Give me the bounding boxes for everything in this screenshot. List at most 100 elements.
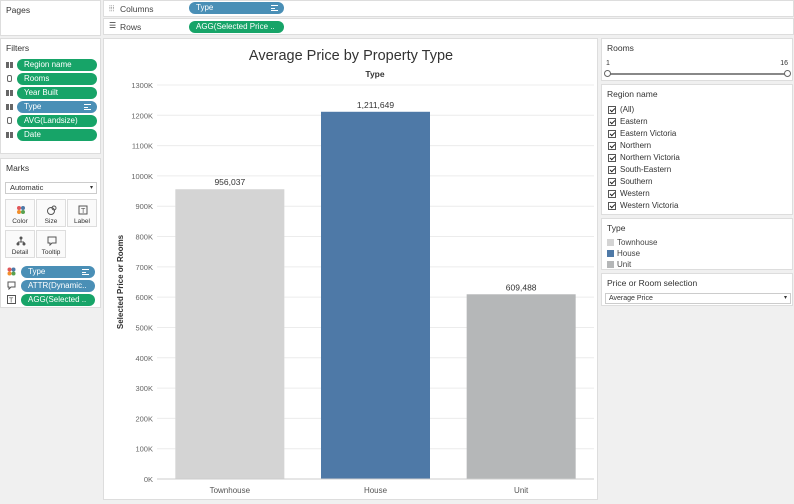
y-tick-label: 1100K	[132, 142, 153, 151]
x-tick-label: Townhouse	[210, 486, 251, 495]
region-checkbox[interactable]	[608, 154, 616, 162]
columns-shelf[interactable]: ⦙⦙⦙ Columns Type	[103, 0, 794, 17]
chevron-down-icon: ▾	[783, 295, 787, 301]
detail-icon	[16, 236, 26, 246]
y-tick-label: 900K	[135, 202, 153, 211]
columns-label: Columns	[120, 4, 154, 14]
legend-label[interactable]: Unit	[617, 260, 631, 269]
region-checkbox[interactable]	[608, 130, 616, 138]
rooms-title: Rooms	[607, 43, 634, 53]
chart-panel: Average Price by Property Type Type 0K 100K…	[103, 38, 598, 500]
bar-unit	[466, 294, 576, 479]
price-selection-title: Price or Room selection	[607, 278, 698, 288]
marks-panel: Marks Automatic ▾ Color Size T Label Det…	[0, 158, 101, 308]
y-tick-label: 600K	[135, 293, 153, 302]
bar-value-label: 609,488	[506, 282, 537, 292]
legend-label[interactable]: House	[617, 249, 640, 258]
region-item-label[interactable]: Eastern	[620, 117, 648, 126]
marks-pill-type[interactable]: Type	[21, 266, 95, 278]
pages-title: Pages	[6, 5, 31, 15]
marks-pill-agg[interactable]: AGG(Selected ..	[21, 294, 95, 306]
sort-icon	[82, 269, 89, 275]
svg-text:T: T	[9, 298, 14, 305]
y-tick-label: 300K	[135, 384, 153, 393]
y-axis-label: Selected Price or Rooms	[116, 234, 125, 329]
rows-agg-pill[interactable]: AGG(Selected Price ..	[189, 21, 284, 33]
rooms-slider-max-handle[interactable]	[784, 70, 791, 77]
filter-rooms[interactable]: Rooms	[17, 73, 97, 85]
region-item-label[interactable]: South-Eastern	[620, 165, 671, 174]
region-title: Region name	[607, 89, 658, 99]
region-checkbox[interactable]	[608, 142, 616, 150]
size-icon	[47, 205, 57, 215]
color-icon	[16, 205, 26, 215]
filter-date[interactable]: Date	[17, 129, 97, 141]
y-tick-label: 800K	[135, 233, 153, 242]
x-tick-label: Unit	[514, 486, 529, 495]
chart-title: Average Price by Property Type	[249, 48, 453, 64]
region-filter-card: Region name (All) Eastern Eastern Victoria…	[601, 84, 793, 215]
region-checkbox[interactable]	[608, 118, 616, 126]
chevron-down-icon: ▾	[89, 185, 93, 191]
filter-year-built[interactable]: Year Built	[17, 87, 97, 99]
region-item-label[interactable]: Eastern Victoria	[620, 129, 676, 138]
legend-swatch	[607, 239, 614, 246]
marks-detail-button[interactable]: Detail	[5, 230, 35, 258]
column-header: Type	[365, 69, 384, 79]
columns-icon: ⦙⦙⦙	[109, 4, 115, 13]
color-icon	[7, 267, 16, 278]
price-selection-card: Price or Room selection Average Price ▾	[601, 273, 793, 306]
rooms-max: 16	[780, 60, 788, 67]
y-tick-label: 0K	[144, 475, 153, 484]
y-tick-label: 200K	[135, 414, 153, 423]
marks-pill-attr[interactable]: ATTR(Dynamic..	[21, 280, 95, 292]
type-legend-card: Type Townhouse House Unit	[601, 218, 793, 270]
y-tick-label: 400K	[135, 354, 153, 363]
legend-swatch	[607, 250, 614, 257]
legend-label[interactable]: Townhouse	[617, 238, 657, 247]
marks-tooltip-button[interactable]: Tooltip	[36, 230, 66, 258]
region-item-label[interactable]: Northern Victoria	[620, 153, 680, 162]
mark-type-dropdown[interactable]: Automatic ▾	[5, 182, 97, 194]
filter-icon	[6, 89, 13, 97]
filter-type[interactable]: Type	[17, 101, 97, 113]
filter-avg-landsize[interactable]: AVG(Landsize)	[17, 115, 97, 127]
region-item-label[interactable]: Northern	[620, 141, 651, 150]
x-tick-label: House	[364, 486, 388, 495]
type-legend-title: Type	[607, 223, 626, 233]
region-checkbox[interactable]	[608, 166, 616, 174]
columns-type-pill[interactable]: Type	[189, 2, 284, 14]
marks-label-button[interactable]: T Label	[67, 199, 97, 227]
measure-icon	[7, 75, 12, 82]
y-tick-label: 1000K	[131, 172, 153, 181]
region-item-label[interactable]: Southern	[620, 177, 652, 186]
marks-title: Marks	[6, 163, 30, 173]
rooms-slider-track[interactable]	[608, 73, 787, 75]
region-checkbox[interactable]	[608, 190, 616, 198]
region-checkbox[interactable]	[608, 202, 616, 210]
rows-shelf[interactable]: ☰ Rows AGG(Selected Price ..	[103, 18, 794, 35]
rooms-min: 1	[606, 60, 610, 67]
region-checkbox[interactable]	[608, 106, 616, 114]
region-item-label[interactable]: Western Victoria	[620, 201, 678, 210]
filters-panel: Filters Region name Rooms Year Built Typ…	[0, 38, 101, 154]
bar-house	[321, 111, 430, 479]
marks-size-button[interactable]: Size	[36, 199, 66, 227]
svg-text:T: T	[81, 208, 86, 215]
y-tick-label: 1200K	[131, 111, 153, 120]
region-checkbox[interactable]	[608, 178, 616, 186]
label-icon: T	[78, 205, 88, 215]
bar-value-label: 1,211,649	[357, 100, 394, 110]
filters-title: Filters	[6, 43, 30, 53]
bar-townhouse	[175, 189, 285, 479]
marks-color-button[interactable]: Color	[5, 199, 35, 227]
filter-icon	[6, 131, 13, 139]
tooltip-icon	[47, 236, 57, 247]
region-item-label[interactable]: Western	[620, 189, 650, 198]
region-item-label[interactable]: (All)	[620, 105, 634, 114]
price-selection-dropdown[interactable]: Average Price ▾	[605, 293, 791, 304]
bar-value-label: 956,037	[214, 177, 245, 187]
rooms-slider-min-handle[interactable]	[604, 70, 611, 77]
filter-region-name[interactable]: Region name	[17, 59, 97, 71]
y-tick-label: 500K	[135, 323, 153, 332]
